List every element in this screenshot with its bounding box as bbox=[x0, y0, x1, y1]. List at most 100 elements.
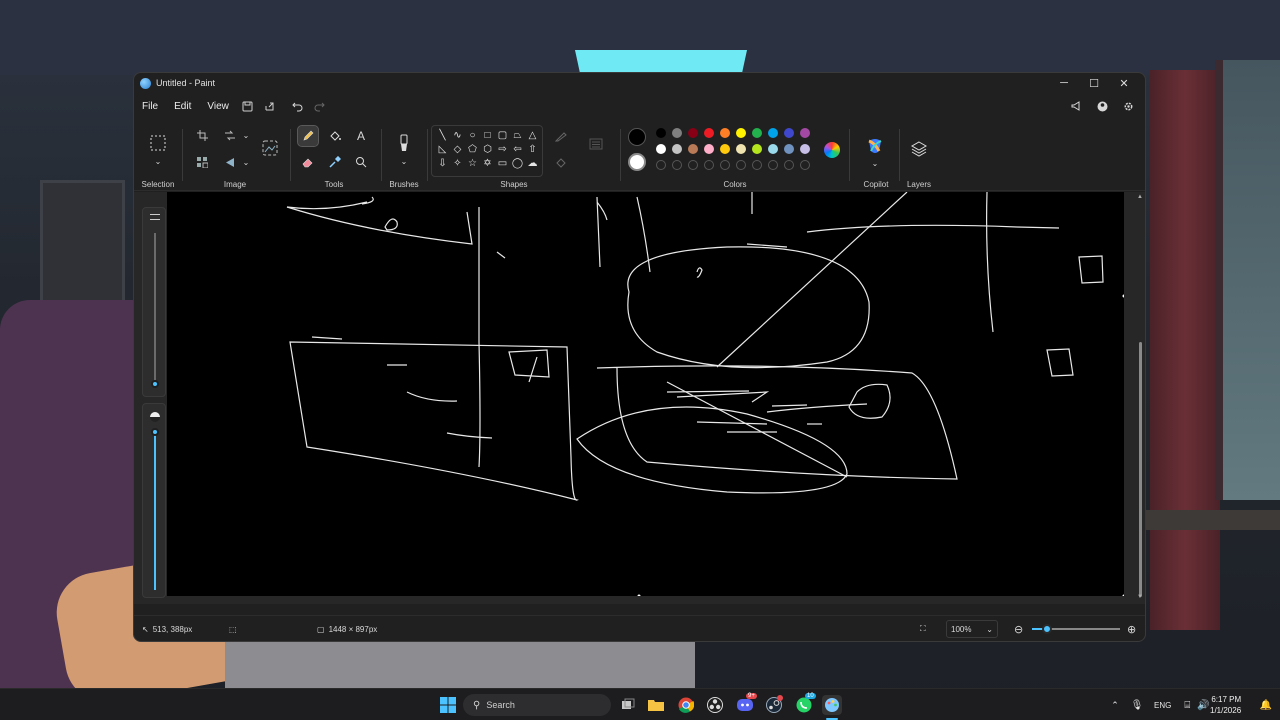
minimize-button[interactable]: ─ bbox=[1049, 73, 1079, 93]
brush-size-slider[interactable] bbox=[142, 207, 166, 397]
whatsapp-icon[interactable]: 10 bbox=[794, 693, 816, 715]
color-swatch[interactable] bbox=[752, 128, 762, 138]
menu-file[interactable]: File bbox=[134, 101, 166, 112]
color-swatch[interactable] bbox=[768, 144, 778, 154]
layers-icon[interactable] bbox=[909, 139, 929, 159]
color-1-indicator[interactable] bbox=[628, 128, 646, 146]
zoom-dropdown[interactable]: 100% ⌄ bbox=[946, 620, 998, 638]
color-swatch[interactable] bbox=[784, 144, 794, 154]
color-swatch[interactable] bbox=[784, 128, 794, 138]
copilot-dropdown-icon[interactable]: ⌄ bbox=[865, 153, 885, 173]
obs-icon[interactable] bbox=[705, 695, 725, 715]
color-swatch[interactable] bbox=[752, 144, 762, 154]
color-swatch[interactable] bbox=[688, 144, 698, 154]
color-swatch[interactable] bbox=[800, 128, 810, 138]
task-view-icon[interactable] bbox=[618, 695, 638, 715]
zoom-in-icon[interactable]: ⊕ bbox=[1127, 616, 1136, 641]
color-swatch[interactable] bbox=[704, 128, 714, 138]
shape-fill-icon[interactable] bbox=[552, 153, 572, 173]
custom-color-slot[interactable] bbox=[688, 160, 698, 170]
custom-color-slot[interactable] bbox=[656, 160, 666, 170]
color-swatch[interactable] bbox=[656, 128, 666, 138]
cloud-shape-icon[interactable]: ☁ bbox=[525, 156, 540, 170]
file-explorer-icon[interactable] bbox=[646, 695, 666, 715]
menu-edit[interactable]: Edit bbox=[166, 101, 199, 112]
rounded-rectangle-shape-icon[interactable]: ▢ bbox=[495, 128, 510, 142]
canvas-resize-handle-right[interactable] bbox=[1122, 294, 1126, 298]
microphone-icon[interactable]: 🎙 bbox=[1128, 700, 1146, 711]
color-swatch[interactable] bbox=[720, 144, 730, 154]
custom-color-slot[interactable] bbox=[800, 160, 810, 170]
custom-color-slot[interactable] bbox=[768, 160, 778, 170]
curve-shape-icon[interactable]: ∿ bbox=[450, 128, 465, 142]
edit-colors-icon[interactable] bbox=[824, 142, 840, 158]
rectangle-shape-icon[interactable]: □ bbox=[480, 128, 495, 142]
discord-icon[interactable]: 9+ bbox=[735, 693, 757, 715]
share-icon[interactable] bbox=[259, 97, 281, 115]
diamond-shape-icon[interactable]: ◇ bbox=[450, 142, 465, 156]
zoom-slider[interactable] bbox=[1032, 624, 1120, 634]
show-hidden-icons-icon[interactable]: ⌃ bbox=[1108, 700, 1122, 711]
fit-to-window-icon[interactable]: ⛶ bbox=[920, 624, 926, 634]
six-point-star-shape-icon[interactable]: ✡ bbox=[480, 156, 495, 170]
network-icon[interactable]: ⌸ bbox=[1179, 700, 1195, 711]
zoom-slider-knob[interactable] bbox=[1042, 624, 1052, 634]
save-icon[interactable] bbox=[237, 97, 259, 115]
five-point-star-shape-icon[interactable]: ☆ bbox=[465, 156, 480, 170]
opacity-knob[interactable] bbox=[151, 428, 159, 436]
color-swatch[interactable] bbox=[800, 144, 810, 154]
account-icon[interactable] bbox=[1091, 97, 1113, 115]
language-indicator[interactable]: ENG bbox=[1154, 701, 1171, 710]
announcement-icon[interactable] bbox=[1065, 97, 1087, 115]
oval-shape-icon[interactable]: ○ bbox=[465, 128, 480, 142]
color-swatch[interactable] bbox=[656, 144, 666, 154]
right-arrow-shape-icon[interactable]: ⇨ bbox=[495, 142, 510, 156]
taskbar-clock[interactable]: 6:17 PM 1/1/2026 bbox=[1210, 694, 1241, 716]
close-button[interactable]: ✕ bbox=[1109, 73, 1139, 93]
scroll-down-icon[interactable]: ▼ bbox=[1137, 594, 1143, 600]
taskbar-search[interactable]: ⚲ Search bbox=[463, 694, 611, 716]
canvas-resize-handle-bottom[interactable] bbox=[637, 594, 641, 598]
zoom-out-icon[interactable]: ⊖ bbox=[1014, 616, 1023, 641]
four-point-star-shape-icon[interactable]: ✧ bbox=[450, 156, 465, 170]
vertical-scrollbar[interactable]: ▲ ▼ bbox=[1137, 192, 1143, 604]
hexagon-shape-icon[interactable]: ⬡ bbox=[480, 142, 495, 156]
notification-bell-icon[interactable]: 🔔 bbox=[1256, 695, 1276, 715]
custom-color-slot[interactable] bbox=[784, 160, 794, 170]
callout-rectangle-shape-icon[interactable]: ▭ bbox=[495, 156, 510, 170]
custom-color-slot[interactable] bbox=[720, 160, 730, 170]
opacity-slider[interactable] bbox=[142, 403, 166, 598]
right-triangle-shape-icon[interactable]: ◺ bbox=[435, 142, 450, 156]
drawing-canvas[interactable] bbox=[167, 191, 1126, 598]
shape-outline-icon[interactable] bbox=[552, 126, 572, 146]
title-bar[interactable]: Untitled - Paint ─ ☐ ✕ bbox=[134, 73, 1145, 93]
paint-taskbar-icon[interactable] bbox=[822, 695, 842, 715]
canvas-resize-handle-corner[interactable] bbox=[1122, 594, 1126, 598]
redo-icon[interactable] bbox=[309, 97, 331, 115]
color-swatch[interactable] bbox=[736, 128, 746, 138]
color-swatch[interactable] bbox=[704, 144, 714, 154]
menu-view[interactable]: View bbox=[199, 101, 237, 112]
color-swatch[interactable] bbox=[768, 128, 778, 138]
polygon-shape-icon[interactable]: ⏢ bbox=[510, 128, 525, 142]
custom-color-slot[interactable] bbox=[672, 160, 682, 170]
shape-size-icon[interactable] bbox=[586, 134, 606, 154]
scroll-up-icon[interactable]: ▲ bbox=[1137, 194, 1143, 200]
color-swatch[interactable] bbox=[672, 144, 682, 154]
volume-icon[interactable]: 🔊 bbox=[1195, 700, 1211, 711]
pentagon-shape-icon[interactable]: ⬠ bbox=[465, 142, 480, 156]
color-swatch[interactable] bbox=[688, 128, 698, 138]
left-arrow-shape-icon[interactable]: ⇦ bbox=[510, 142, 525, 156]
undo-icon[interactable] bbox=[287, 97, 309, 115]
scrollbar-thumb[interactable] bbox=[1139, 342, 1142, 597]
color-swatch[interactable] bbox=[720, 128, 730, 138]
up-arrow-shape-icon[interactable]: ⇧ bbox=[525, 142, 540, 156]
line-shape-icon[interactable]: ╲ bbox=[435, 128, 450, 142]
settings-gear-icon[interactable] bbox=[1117, 97, 1139, 115]
steam-icon[interactable] bbox=[764, 695, 784, 715]
custom-color-slot[interactable] bbox=[736, 160, 746, 170]
color-swatch[interactable] bbox=[736, 144, 746, 154]
maximize-button[interactable]: ☐ bbox=[1079, 73, 1109, 93]
start-windows-icon[interactable] bbox=[438, 695, 458, 715]
color-2-indicator[interactable] bbox=[628, 153, 646, 171]
